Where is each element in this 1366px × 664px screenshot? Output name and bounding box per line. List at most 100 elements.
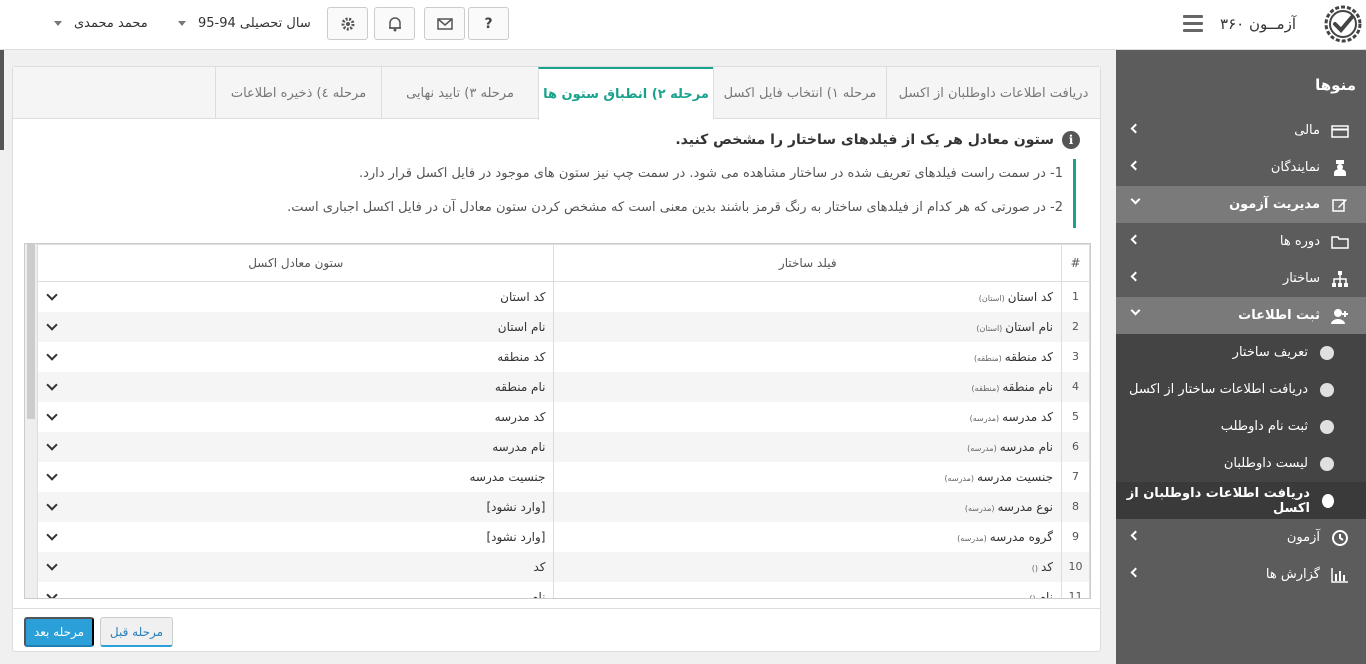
academic-year-dropdown[interactable]: سال تحصیلی 94-95 [166,7,311,40]
excel-column-value: [وارد نشود] [486,529,546,544]
excel-column-value: نام [531,589,546,599]
instruction-box: 1- در سمت راست فیلدهای تعریف شده در ساخت… [276,159,1076,228]
structure-field-cell: گروه مدرسه(مدرسه) [553,521,1063,552]
excel-column-value: جنسیت مدرسه [469,469,546,484]
excel-column-select[interactable]: نام منطقه [36,371,555,402]
chevron-down-icon [46,438,58,451]
notifications-button[interactable] [374,7,415,40]
structure-field-tag: (منطقه) [973,353,1002,363]
help-button[interactable]: ? [468,7,509,40]
wizard-footer: مرحله بعد مرحله قبل [13,608,1100,651]
excel-column-select[interactable]: [وارد نشود] [36,521,555,552]
excel-column-select[interactable]: جنسیت مدرسه [36,461,555,492]
structure-field-cell: نام مدرسه(مدرسه) [553,431,1063,462]
sidebar-item-reports[interactable]: گزارش ها [1116,556,1366,593]
submenu-item-candidates-from-excel[interactable]: دریافت اطلاعات داوطلبان از اکسل [1116,482,1366,519]
excel-column-select[interactable]: کد استان [36,281,555,312]
excel-column-select[interactable]: کد [36,551,555,582]
left-edge-bar [0,50,4,150]
chevron-down-icon [1130,305,1141,316]
structure-field-cell: کد مدرسه(مدرسه) [553,401,1063,432]
sidebar-item-exam-management[interactable]: مدیریت آزمون [1116,186,1366,223]
chevron-down-icon [54,21,62,26]
sidebar-item-agents[interactable]: نمایندگان [1116,149,1366,186]
envelope-icon [436,17,453,30]
table-scrollbar[interactable] [25,244,37,598]
next-step-button[interactable]: مرحله بعد [24,617,94,647]
structure-field-name: نوع مدرسه [997,499,1054,514]
wizard-tabs: دریافت اطلاعات داوطلبان از اکسل مرحله ۱)… [13,67,1100,120]
scrollbar-thumb[interactable] [27,244,35,419]
edit-icon [1330,196,1350,214]
row-number: 11 [1061,581,1090,598]
submenu-item-structure-from-excel[interactable]: دریافت اطلاعات ساختار از اکسل [1116,371,1366,408]
sidebar-item-structure[interactable]: ساختار [1116,260,1366,297]
excel-column-select[interactable]: [وارد نشود] [36,491,555,522]
sidebar-item-courses[interactable]: دوره ها [1116,223,1366,260]
table-row: 10 کد() کد [36,551,1090,582]
settings-button[interactable] [327,7,368,40]
column-header-excel: ستون معادل اکسل [36,244,555,282]
sidebar-item-exam[interactable]: آزمون [1116,519,1366,556]
excel-column-select[interactable]: نام [36,581,555,599]
structure-field-cell: نوع مدرسه(مدرسه) [553,491,1063,522]
row-number: 9 [1061,521,1090,552]
table-row: 6 نام مدرسه(مدرسه) نام مدرسه [36,431,1090,462]
structure-field-name: کد مدرسه [1002,409,1054,424]
submenu-item-define-structure[interactable]: تعریف ساختار [1116,334,1366,371]
excel-column-select[interactable]: نام استان [36,311,555,342]
table-row: 3 کد منطقه(منطقه) کد منطقه [36,341,1090,372]
structure-field-name: نام [1038,589,1054,599]
excel-column-select[interactable]: کد مدرسه [36,401,555,432]
previous-step-button[interactable]: مرحله قبل [100,617,173,647]
help-icon: ? [484,15,493,32]
chevron-down-icon [46,558,58,571]
table-row: 1 کد استان(استان) کد استان [36,281,1090,312]
tab-step-2[interactable]: مرحله ۲) انطباق ستون ها [538,67,713,120]
chevron-down-icon [178,21,186,26]
chevron-down-icon [46,289,58,301]
excel-column-value: کد [533,559,546,574]
table-row: 11 نام() نام [36,581,1090,599]
excel-column-value: کد استان [500,290,546,304]
bar-chart-icon [1330,566,1350,584]
table-row: 2 نام استان(استان) نام استان [36,311,1090,342]
circle-icon [1320,382,1334,397]
tab-step-1[interactable]: مرحله ۱) انتخاب فایل اکسل [713,67,886,119]
table-row: 4 نام منطقه(منطقه) نام منطقه [36,371,1090,402]
messages-button[interactable] [424,7,465,40]
excel-column-value: کد مدرسه [494,409,546,424]
tab-step-3[interactable]: مرحله ۳) تایید نهایی [381,67,538,119]
structure-field-cell: کد منطقه(منطقه) [553,341,1063,372]
excel-column-select[interactable]: کد منطقه [36,341,555,372]
row-number: 7 [1061,461,1090,492]
tab-step-4[interactable]: مرحله ٤) ذخیره اطلاعات [215,67,381,119]
column-header-number: # [1061,244,1090,282]
column-header-field: فیلد ساختار [553,244,1063,282]
tab-title[interactable]: دریافت اطلاعات داوطلبان از اکسل [886,67,1100,119]
submenu-item-register-candidate[interactable]: ثبت نام داوطلب [1116,408,1366,445]
circle-icon [1320,419,1334,434]
menu-toggle-icon[interactable] [1183,15,1203,33]
row-number: 8 [1061,491,1090,522]
structure-field-name: نام استان [1005,319,1054,334]
excel-column-select[interactable]: نام مدرسه [36,431,555,462]
row-number: 2 [1061,311,1090,342]
submenu-item-candidate-list[interactable]: لیست داوطلبان [1116,445,1366,482]
info-icon: i [1062,131,1080,149]
table-row: 7 جنسیت مدرسه(مدرسه) جنسیت مدرسه [36,461,1090,492]
chevron-down-icon [46,528,58,541]
structure-field-name: کد [1041,559,1054,574]
sidebar-item-finance[interactable]: مالی [1116,112,1366,149]
excel-column-value: کد منطقه [497,349,546,364]
chevron-left-icon [1130,530,1141,541]
credit-card-icon [1330,122,1350,140]
structure-field-name: نام منطقه [1002,379,1054,394]
structure-field-tag: (مدرسه) [944,473,975,483]
user-menu-dropdown[interactable]: محمد محمدی [42,7,148,40]
excel-column-value: نام مدرسه [492,439,546,454]
brand-name: آزمــون ۳۶۰ [1220,15,1296,33]
chevron-left-icon [1130,567,1141,578]
sidebar-item-data-entry[interactable]: ثبت اطلاعات [1116,297,1366,334]
structure-field-name: نام مدرسه [999,439,1054,454]
